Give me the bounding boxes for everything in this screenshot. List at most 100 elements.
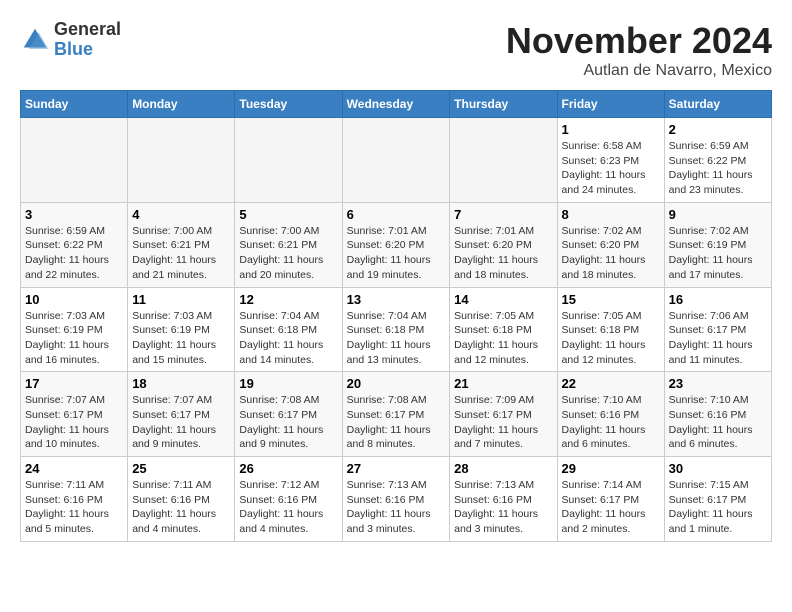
calendar-cell: 19Sunrise: 7:08 AMSunset: 6:17 PMDayligh… xyxy=(235,372,342,457)
day-number: 1 xyxy=(562,122,660,137)
day-number: 29 xyxy=(562,461,660,476)
day-number: 5 xyxy=(239,207,337,222)
calendar-cell: 5 Sunrise: 7:00 AMSunset: 6:21 PMDaylight… xyxy=(235,202,342,287)
calendar-cell: 14 Sunrise: 7:05 AMSunset: 6:18 PMDayligh… xyxy=(450,287,557,372)
calendar-cell xyxy=(21,118,128,203)
day-number: 3 xyxy=(25,207,123,222)
calendar-cell: 21 Sunrise: 7:09 AMSunset: 6:17 PMDayligh… xyxy=(450,372,557,457)
calendar-week-row: 24Sunrise: 7:11 AMSunset: 6:16 PMDayligh… xyxy=(21,457,772,542)
weekday-header-row: SundayMondayTuesdayWednesdayThursdayFrid… xyxy=(21,91,772,118)
calendar-cell: 10 Sunrise: 7:03 AMSunset: 6:19 PMDayligh… xyxy=(21,287,128,372)
calendar-cell: 22 Sunrise: 7:10 AMSunset: 6:16 PMDayligh… xyxy=(557,372,664,457)
day-number: 11 xyxy=(132,292,230,307)
day-number: 6 xyxy=(347,207,446,222)
calendar-cell: 28Sunrise: 7:13 AMSunset: 6:16 PMDayligh… xyxy=(450,457,557,542)
day-number: 25 xyxy=(132,461,230,476)
logo-text: General Blue xyxy=(54,20,121,60)
day-info: Sunrise: 7:03 AMSunset: 6:19 PMDaylight:… xyxy=(25,309,123,368)
day-info: Sunrise: 6:59 AMSunset: 6:22 PMDaylight:… xyxy=(669,139,767,198)
calendar-cell: 30 Sunrise: 7:15 AMSunset: 6:17 PMDayligh… xyxy=(664,457,771,542)
weekday-header: Monday xyxy=(128,91,235,118)
day-number: 4 xyxy=(132,207,230,222)
calendar-week-row: 3 Sunrise: 6:59 AMSunset: 6:22 PMDaylight… xyxy=(21,202,772,287)
weekday-header: Tuesday xyxy=(235,91,342,118)
day-number: 20 xyxy=(347,376,446,391)
logo-icon xyxy=(20,25,50,55)
day-info: Sunrise: 7:14 AMSunset: 6:17 PMDaylight:… xyxy=(562,478,660,537)
calendar-cell: 8Sunrise: 7:02 AMSunset: 6:20 PMDaylight… xyxy=(557,202,664,287)
calendar-cell: 25 Sunrise: 7:11 AMSunset: 6:16 PMDayligh… xyxy=(128,457,235,542)
calendar-week-row: 1 Sunrise: 6:58 AMSunset: 6:23 PMDaylight… xyxy=(21,118,772,203)
calendar-cell: 29 Sunrise: 7:14 AMSunset: 6:17 PMDayligh… xyxy=(557,457,664,542)
day-number: 12 xyxy=(239,292,337,307)
day-number: 10 xyxy=(25,292,123,307)
day-number: 28 xyxy=(454,461,552,476)
weekday-header: Wednesday xyxy=(342,91,450,118)
day-info: Sunrise: 7:08 AMSunset: 6:17 PMDaylight:… xyxy=(239,393,337,452)
day-number: 13 xyxy=(347,292,446,307)
day-info: Sunrise: 7:02 AMSunset: 6:20 PMDaylight:… xyxy=(562,224,660,283)
calendar-cell: 26Sunrise: 7:12 AMSunset: 6:16 PMDayligh… xyxy=(235,457,342,542)
day-info: Sunrise: 7:12 AMSunset: 6:16 PMDaylight:… xyxy=(239,478,337,537)
calendar-cell: 1 Sunrise: 6:58 AMSunset: 6:23 PMDaylight… xyxy=(557,118,664,203)
calendar-cell xyxy=(342,118,450,203)
day-info: Sunrise: 7:10 AMSunset: 6:16 PMDaylight:… xyxy=(562,393,660,452)
day-number: 14 xyxy=(454,292,552,307)
day-info: Sunrise: 7:03 AMSunset: 6:19 PMDaylight:… xyxy=(132,309,230,368)
day-info: Sunrise: 7:15 AMSunset: 6:17 PMDaylight:… xyxy=(669,478,767,537)
calendar-cell: 4Sunrise: 7:00 AMSunset: 6:21 PMDaylight… xyxy=(128,202,235,287)
day-info: Sunrise: 7:04 AMSunset: 6:18 PMDaylight:… xyxy=(239,309,337,368)
calendar-cell: 18 Sunrise: 7:07 AMSunset: 6:17 PMDayligh… xyxy=(128,372,235,457)
day-info: Sunrise: 7:01 AMSunset: 6:20 PMDaylight:… xyxy=(454,224,552,283)
day-number: 7 xyxy=(454,207,552,222)
day-info: Sunrise: 7:05 AMSunset: 6:18 PMDaylight:… xyxy=(454,309,552,368)
calendar: SundayMondayTuesdayWednesdayThursdayFrid… xyxy=(20,90,772,542)
calendar-cell: 15 Sunrise: 7:05 AMSunset: 6:18 PMDayligh… xyxy=(557,287,664,372)
day-info: Sunrise: 7:05 AMSunset: 6:18 PMDaylight:… xyxy=(562,309,660,368)
calendar-cell: 23 Sunrise: 7:10 AMSunset: 6:16 PMDayligh… xyxy=(664,372,771,457)
calendar-cell xyxy=(128,118,235,203)
location: Autlan de Navarro, Mexico xyxy=(506,62,772,80)
logo: General Blue xyxy=(20,20,121,60)
day-info: Sunrise: 6:59 AMSunset: 6:22 PMDaylight:… xyxy=(25,224,123,283)
day-info: Sunrise: 6:58 AMSunset: 6:23 PMDaylight:… xyxy=(562,139,660,198)
month-title: November 2024 xyxy=(506,20,772,62)
day-number: 2 xyxy=(669,122,767,137)
calendar-cell xyxy=(450,118,557,203)
day-info: Sunrise: 7:09 AMSunset: 6:17 PMDaylight:… xyxy=(454,393,552,452)
day-info: Sunrise: 7:00 AMSunset: 6:21 PMDaylight:… xyxy=(239,224,337,283)
day-info: Sunrise: 7:11 AMSunset: 6:16 PMDaylight:… xyxy=(132,478,230,537)
calendar-week-row: 17Sunrise: 7:07 AMSunset: 6:17 PMDayligh… xyxy=(21,372,772,457)
calendar-cell: 6 Sunrise: 7:01 AMSunset: 6:20 PMDaylight… xyxy=(342,202,450,287)
calendar-cell: 11 Sunrise: 7:03 AMSunset: 6:19 PMDayligh… xyxy=(128,287,235,372)
day-number: 23 xyxy=(669,376,767,391)
weekday-header: Friday xyxy=(557,91,664,118)
weekday-header: Sunday xyxy=(21,91,128,118)
day-number: 9 xyxy=(669,207,767,222)
title-area: November 2024 Autlan de Navarro, Mexico xyxy=(506,20,772,80)
day-number: 21 xyxy=(454,376,552,391)
day-number: 15 xyxy=(562,292,660,307)
day-number: 18 xyxy=(132,376,230,391)
day-info: Sunrise: 7:06 AMSunset: 6:17 PMDaylight:… xyxy=(669,309,767,368)
day-info: Sunrise: 7:11 AMSunset: 6:16 PMDaylight:… xyxy=(25,478,123,537)
calendar-cell: 12 Sunrise: 7:04 AMSunset: 6:18 PMDayligh… xyxy=(235,287,342,372)
calendar-cell xyxy=(235,118,342,203)
logo-general: General xyxy=(54,19,121,39)
day-info: Sunrise: 7:07 AMSunset: 6:17 PMDaylight:… xyxy=(132,393,230,452)
day-info: Sunrise: 7:08 AMSunset: 6:17 PMDaylight:… xyxy=(347,393,446,452)
calendar-cell: 24Sunrise: 7:11 AMSunset: 6:16 PMDayligh… xyxy=(21,457,128,542)
day-number: 30 xyxy=(669,461,767,476)
calendar-cell: 16 Sunrise: 7:06 AMSunset: 6:17 PMDayligh… xyxy=(664,287,771,372)
day-info: Sunrise: 7:01 AMSunset: 6:20 PMDaylight:… xyxy=(347,224,446,283)
calendar-cell: 3 Sunrise: 6:59 AMSunset: 6:22 PMDaylight… xyxy=(21,202,128,287)
calendar-cell: 2 Sunrise: 6:59 AMSunset: 6:22 PMDaylight… xyxy=(664,118,771,203)
day-number: 16 xyxy=(669,292,767,307)
calendar-cell: 17Sunrise: 7:07 AMSunset: 6:17 PMDayligh… xyxy=(21,372,128,457)
day-info: Sunrise: 7:10 AMSunset: 6:16 PMDaylight:… xyxy=(669,393,767,452)
day-number: 22 xyxy=(562,376,660,391)
calendar-cell: 27Sunrise: 7:13 AMSunset: 6:16 PMDayligh… xyxy=(342,457,450,542)
day-info: Sunrise: 7:02 AMSunset: 6:19 PMDaylight:… xyxy=(669,224,767,283)
calendar-week-row: 10 Sunrise: 7:03 AMSunset: 6:19 PMDayligh… xyxy=(21,287,772,372)
day-info: Sunrise: 7:13 AMSunset: 6:16 PMDaylight:… xyxy=(347,478,446,537)
